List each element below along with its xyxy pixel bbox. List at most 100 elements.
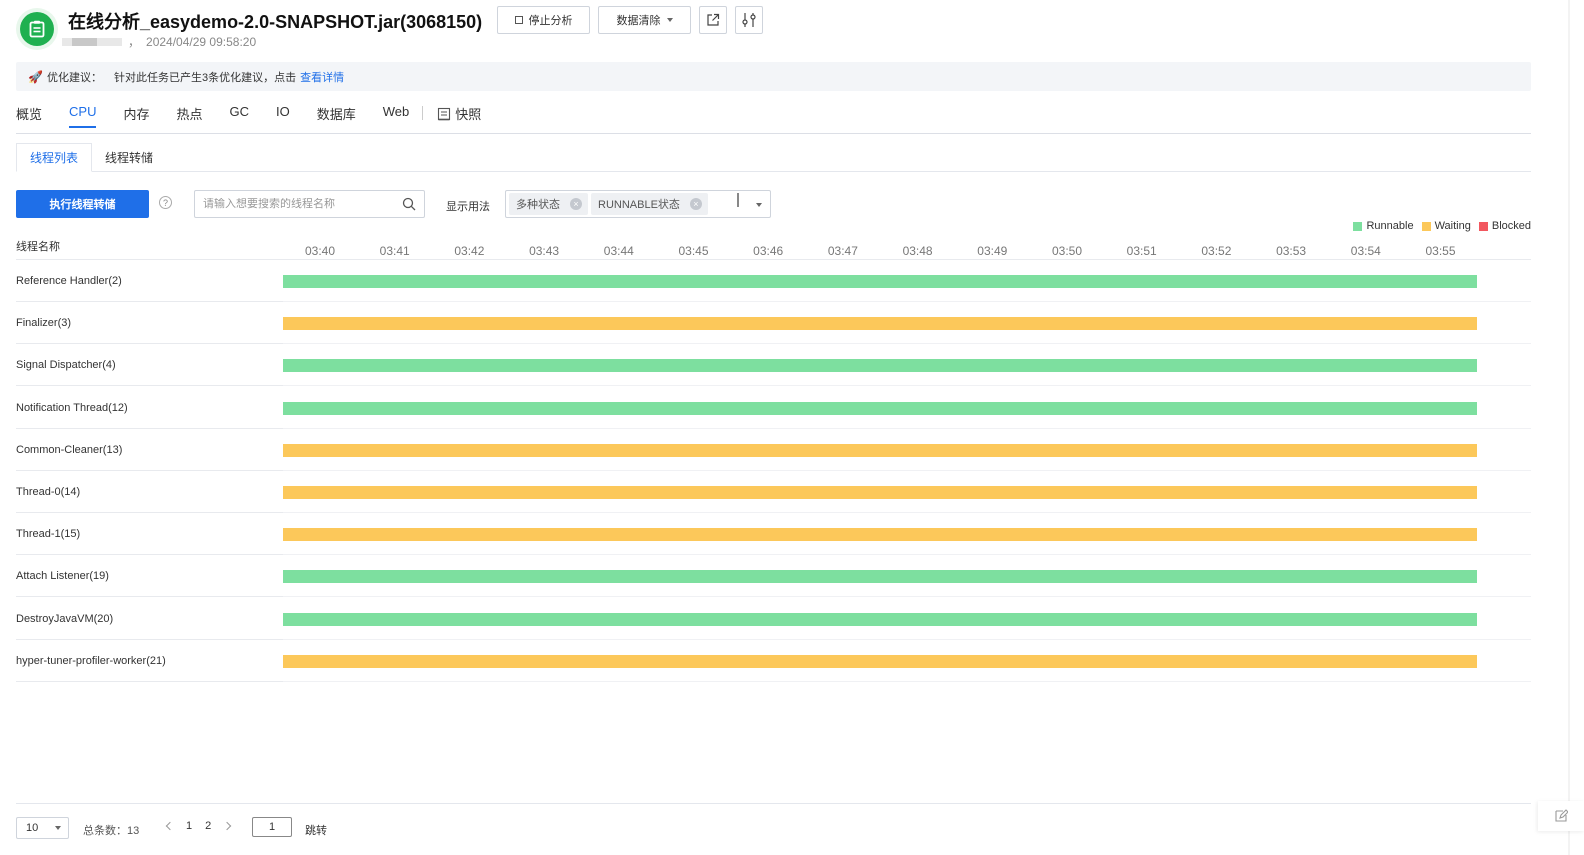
thread-state-bar[interactable] <box>283 275 1477 288</box>
thread-row[interactable]: Attach Listener(19) <box>16 555 1531 598</box>
row-divider <box>16 680 283 682</box>
thread-search-box <box>194 190 425 218</box>
text-cursor <box>736 193 739 207</box>
thread-search-input[interactable] <box>203 198 402 210</box>
chevron-down-icon[interactable] <box>756 203 762 207</box>
thread-name: Thread-0(14) <box>16 486 81 498</box>
tab-overview[interactable]: 概览 <box>16 104 42 131</box>
page-1[interactable]: 1 <box>186 820 192 832</box>
time-tick-label: 03:50 <box>1051 244 1083 258</box>
thread-name: Attach Listener(19) <box>16 570 109 583</box>
run-thread-dump-button[interactable]: 执行线程转储 <box>16 190 149 218</box>
time-tick-label: 03:40 <box>304 244 336 258</box>
tab-memory[interactable]: 内存 <box>123 104 149 131</box>
legend-blocked[interactable]: Blocked <box>1478 220 1531 232</box>
chevron-down-icon <box>55 826 61 830</box>
time-tick-label: 03:51 <box>1126 244 1157 258</box>
help-icon[interactable]: ? <box>159 196 172 209</box>
time-tick-label: 03:54 <box>1350 244 1381 258</box>
page-size-value: 10 <box>26 822 39 834</box>
close-icon[interactable]: × <box>689 198 702 210</box>
task-meta: ， 2024/04/29 09:58:20 <box>62 33 256 50</box>
sub-tabs: 线程列表 线程转储 <box>16 143 1531 172</box>
app-logo-icon <box>16 8 58 50</box>
thread-name: Thread-1(15) <box>16 528 81 541</box>
thread-state-bar[interactable] <box>283 486 1477 499</box>
tab-io[interactable]: IO <box>276 104 290 127</box>
time-tick-label: 03:52 <box>1201 244 1232 258</box>
thread-name: hyper-tuner-profiler-worker(21) <box>16 654 166 667</box>
thread-row[interactable]: Finalizer(3) <box>16 302 1531 345</box>
close-icon[interactable]: × <box>570 198 582 210</box>
legend-swatch <box>1353 221 1363 231</box>
meta-separator: ， <box>128 35 141 49</box>
thread-state-bar[interactable] <box>283 401 1477 415</box>
thread-row[interactable]: Notification Thread(12) <box>16 387 1531 429</box>
time-tick-label: 03:43 <box>529 244 560 258</box>
time-tick-label: 03:55 <box>1425 244 1456 258</box>
tab-hotspot[interactable]: 热点 <box>176 104 202 131</box>
tip-text: 针对此任务已产生3条优化建议，点击 <box>113 71 297 84</box>
stop-analysis-label: 停止分析 <box>528 15 573 27</box>
thread-state-bar[interactable] <box>283 654 1477 668</box>
jump-button[interactable]: 跳转 <box>305 822 327 838</box>
thread-state-bar[interactable] <box>283 443 1477 457</box>
time-tick-label: 03:44 <box>603 244 634 258</box>
tab-database[interactable]: 数据库 <box>317 104 356 131</box>
tab-cpu[interactable]: CPU <box>69 104 97 128</box>
tip-prefix: 优化建议： <box>46 71 102 84</box>
state-chip-label: RUNNABLE状态 <box>598 199 680 211</box>
stop-icon <box>514 16 523 24</box>
thread-state-bar[interactable] <box>283 317 1477 331</box>
tab-snapshot[interactable]: 快照 <box>437 104 481 131</box>
thread-name: Reference Handler(2) <box>16 275 122 287</box>
scrollbar[interactable] <box>1568 0 1570 855</box>
thread-name: Signal Dispatcher(4) <box>16 359 116 372</box>
row-gridline <box>283 680 1531 682</box>
thread-row[interactable]: Common-Cleaner(13) <box>16 429 1531 471</box>
search-icon[interactable] <box>402 197 416 211</box>
state-chip-label: 多种状态 <box>516 199 560 211</box>
settings-button[interactable] <box>735 6 763 34</box>
feedback-button[interactable] <box>1538 801 1584 831</box>
thread-row[interactable]: Thread-0(14) <box>16 471 1531 513</box>
thread-name: DestroyJavaVM(20) <box>16 612 114 625</box>
chevron-down-icon <box>666 18 673 22</box>
subtab-thread-list[interactable]: 线程列表 <box>16 143 93 172</box>
view-details-link[interactable]: 查看详情 <box>300 69 344 85</box>
chevron-left-icon[interactable] <box>165 821 175 831</box>
clear-data-dropdown[interactable]: 数据清除 <box>598 6 691 34</box>
jump-page-input[interactable] <box>252 817 292 837</box>
pager: 1 2 <box>165 820 232 832</box>
chevron-right-icon[interactable] <box>223 821 232 831</box>
thread-row[interactable]: Signal Dispatcher(4) <box>16 344 1531 387</box>
chart-legend: Runnable Waiting Blocked <box>1353 220 1531 232</box>
state-filter-select[interactable]: 多种状态 × RUNNABLE状态 × <box>505 190 771 218</box>
tab-gc[interactable]: GC <box>230 104 250 127</box>
state-chip-multi: 多种状态 × <box>509 193 588 215</box>
tab-web[interactable]: Web <box>383 104 410 127</box>
optimization-tip-bar: 🚀 优化建议： 针对此任务已产生3条优化建议，点击 查看详情 <box>16 62 1531 91</box>
state-chip-runnable: RUNNABLE状态 × <box>591 193 708 215</box>
legend-runnable[interactable]: Runnable <box>1353 220 1414 232</box>
time-tick-label: 03:49 <box>977 244 1008 258</box>
thread-name: Notification Thread(12) <box>16 401 128 414</box>
stop-analysis-button[interactable]: 停止分析 <box>497 6 590 34</box>
thread-state-bar[interactable] <box>283 570 1477 584</box>
thread-row[interactable]: Reference Handler(2) <box>16 260 1531 302</box>
subtab-thread-dump[interactable]: 线程转储 <box>92 143 166 172</box>
page-2[interactable]: 2 <box>205 820 211 832</box>
thread-row[interactable]: hyper-tuner-profiler-worker(21) <box>16 640 1531 682</box>
time-tick-label: 03:53 <box>1276 244 1307 258</box>
legend-waiting[interactable]: Waiting <box>1421 220 1471 232</box>
thread-row[interactable]: Thread-1(15) <box>16 513 1531 556</box>
task-timestamp: 2024/04/29 09:58:20 <box>146 34 257 49</box>
thread-state-bar[interactable] <box>283 528 1477 542</box>
time-tick-label: 03:48 <box>902 244 933 258</box>
page-size-select[interactable]: 10 <box>16 817 69 839</box>
snapshot-icon <box>438 107 451 120</box>
thread-state-bar[interactable] <box>283 359 1477 373</box>
thread-row[interactable]: DestroyJavaVM(20) <box>16 598 1531 640</box>
thread-state-bar[interactable] <box>283 612 1477 626</box>
export-button[interactable] <box>699 6 727 34</box>
